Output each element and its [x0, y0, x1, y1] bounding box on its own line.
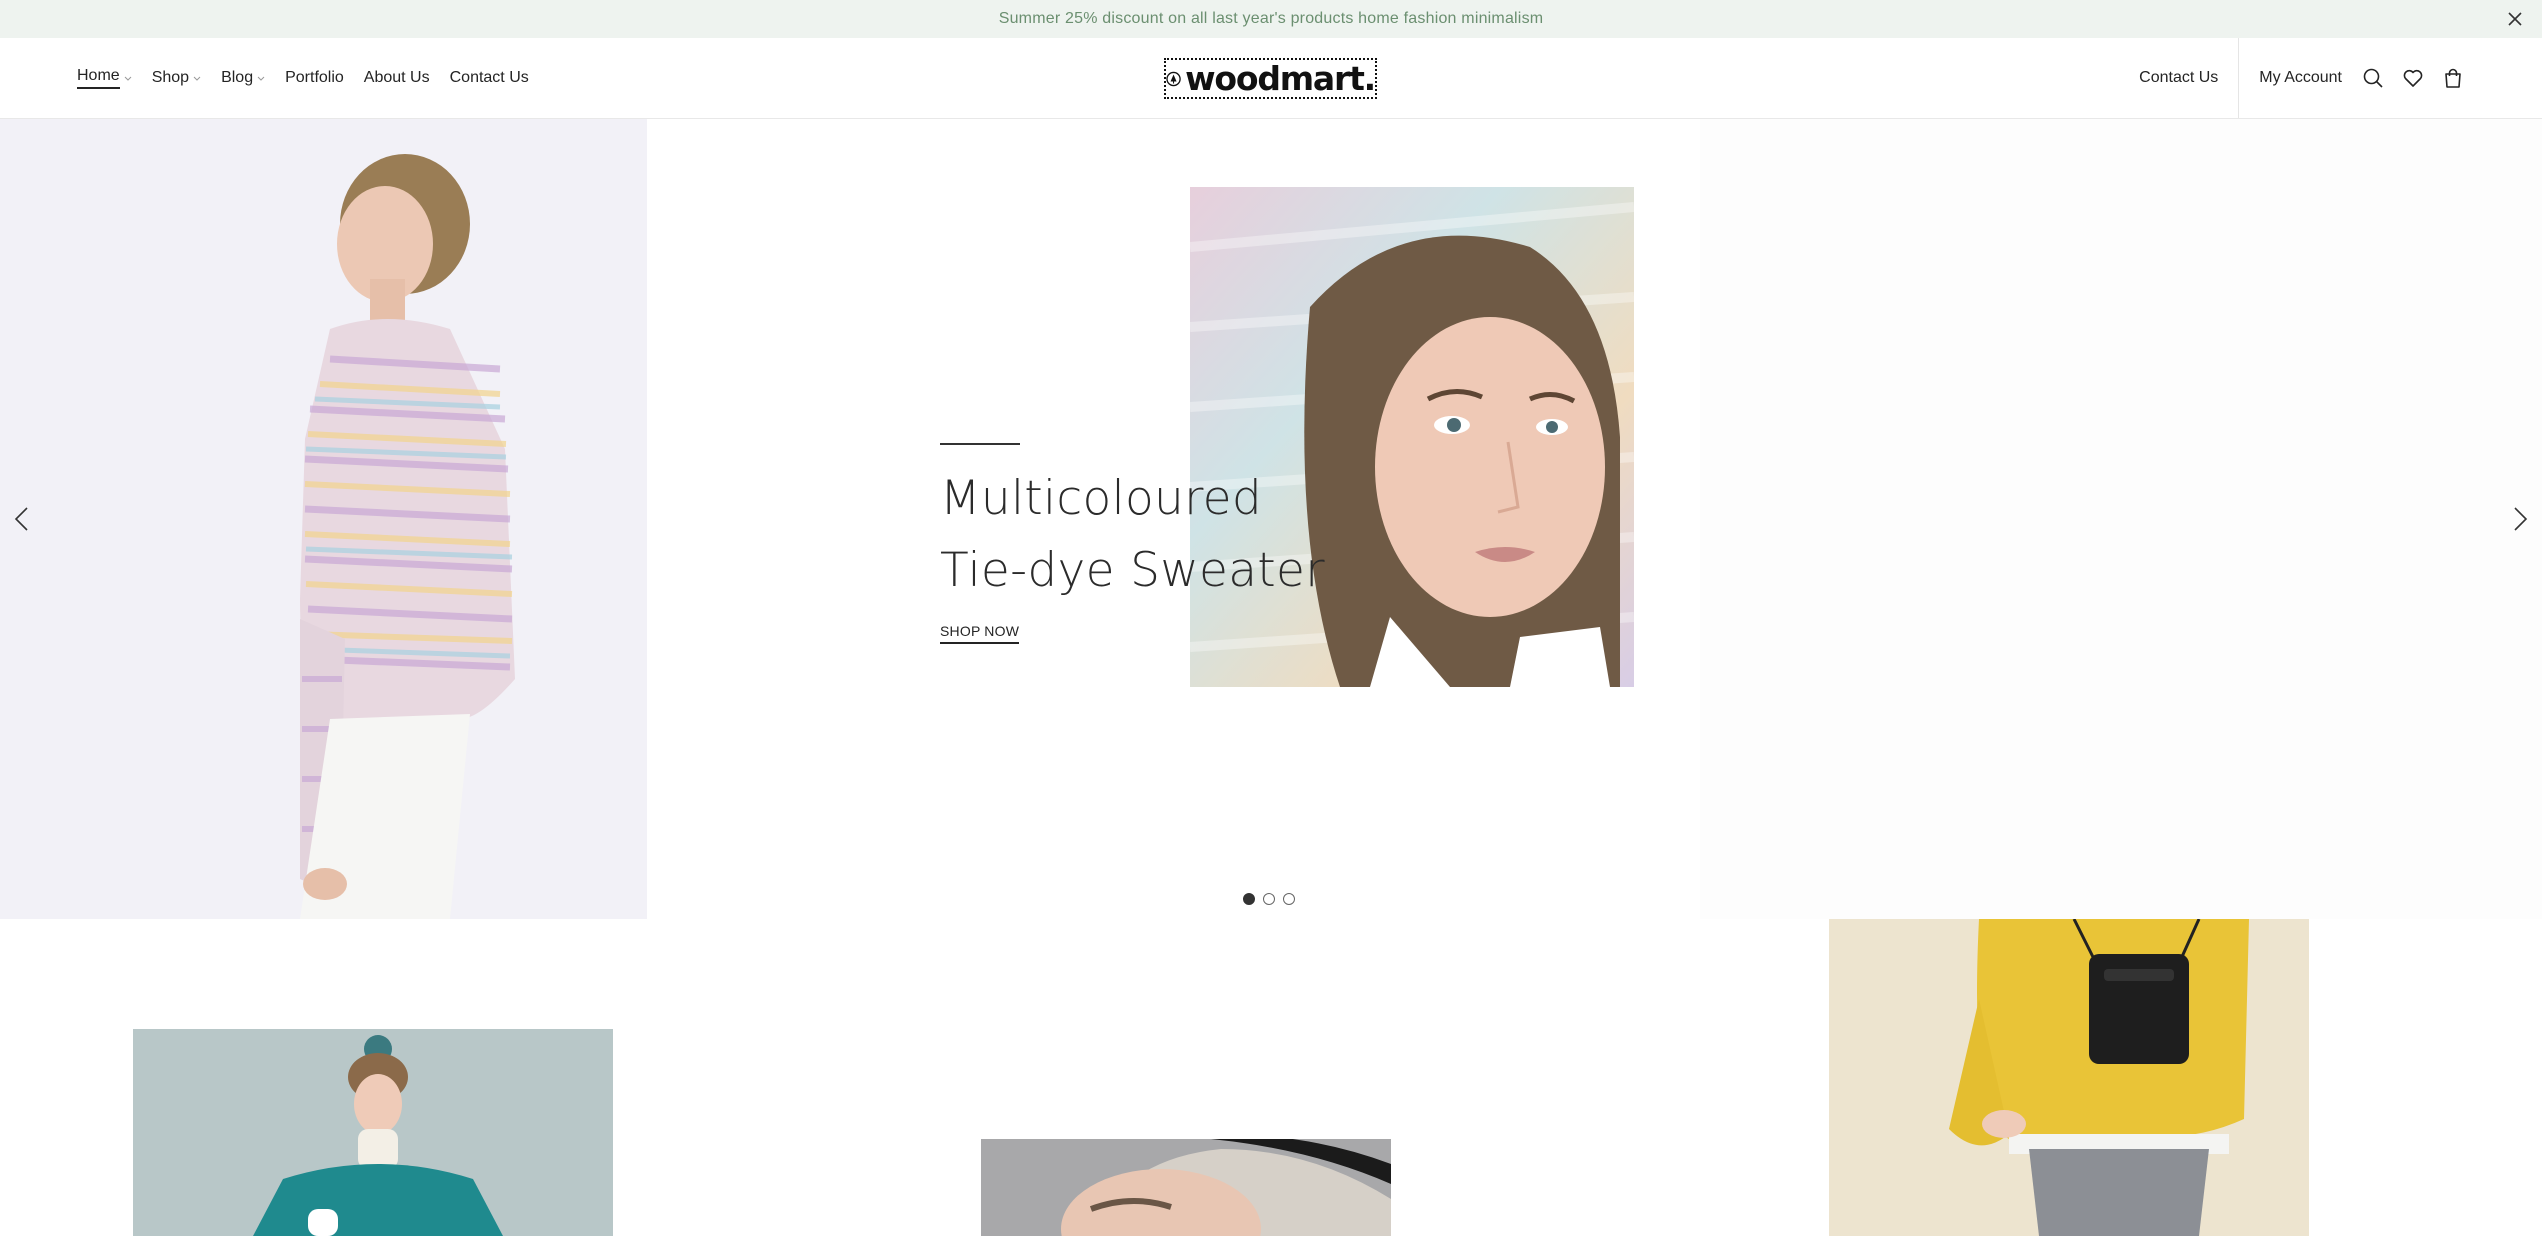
- header-contact-link[interactable]: Contact Us: [2139, 69, 2218, 87]
- model-in-sweater-illustration: [300, 154, 515, 919]
- chevron-down-icon: [257, 76, 265, 81]
- hero-accent-line: [940, 443, 1020, 445]
- teal-sweatshirt-illustration: [133, 1029, 613, 1236]
- nav-item-label: About Us: [363, 69, 430, 86]
- nav-item-label: Home: [77, 67, 120, 89]
- chevron-left-icon[interactable]: [8, 504, 38, 534]
- search-icon[interactable]: [2362, 67, 2384, 89]
- nav-item-portfolio[interactable]: Portfolio: [285, 69, 344, 87]
- slider-dot-1[interactable]: [1243, 893, 1255, 905]
- nav-item-shop[interactable]: Shop: [152, 69, 201, 87]
- logo-mark-icon: [1166, 71, 1181, 86]
- slider-dots: [1243, 893, 1295, 905]
- hero-side-image: [0, 119, 647, 919]
- close-icon[interactable]: [2504, 8, 2526, 30]
- category-card-2[interactable]: [981, 1139, 1391, 1236]
- hero-right-panel: [1700, 119, 2542, 919]
- hero-title-line-2: Tie-dye Sweater: [940, 543, 1325, 598]
- nav-item-blog[interactable]: Blog: [221, 69, 265, 87]
- nav-item-label: Contact Us: [449, 69, 529, 86]
- site-logo[interactable]: woodmart.: [1164, 58, 1377, 99]
- nav-item-home[interactable]: Home: [77, 67, 132, 89]
- hero-copy: Multicoloured Tie-dye Sweater SHOP NOW: [940, 443, 1325, 644]
- category-card-3[interactable]: [1829, 919, 2309, 1236]
- nav-item-label: Blog: [221, 69, 254, 86]
- heart-icon[interactable]: [2402, 67, 2424, 89]
- header-actions: Contact Us My Account: [2139, 38, 2542, 118]
- site-header: Home Shop Blog Portfolio About Us Contac…: [0, 38, 2542, 119]
- chevron-right-icon[interactable]: [2504, 504, 2534, 534]
- hero-slider: Multicoloured Tie-dye Sweater SHOP NOW: [0, 119, 2542, 919]
- chevron-down-icon: [193, 76, 201, 81]
- main-nav: Home Shop Blog Portfolio About Us Contac…: [77, 38, 529, 118]
- category-card-1[interactable]: [133, 1029, 613, 1236]
- header-divider: [2238, 38, 2240, 118]
- nav-item-about-us[interactable]: About Us: [364, 69, 430, 87]
- headband-portrait-illustration: [981, 1139, 1391, 1236]
- nav-item-contact-us[interactable]: Contact Us: [450, 69, 529, 87]
- nav-item-label: Shop: [151, 69, 190, 86]
- slider-dot-2[interactable]: [1263, 893, 1275, 905]
- promo-text: Summer 25% discount on all last year's p…: [998, 10, 1544, 27]
- my-account-link[interactable]: My Account: [2259, 69, 2342, 87]
- promo-bar: Summer 25% discount on all last year's p…: [0, 0, 2542, 38]
- cart-icon[interactable]: [2442, 67, 2464, 89]
- shop-now-button[interactable]: SHOP NOW: [940, 623, 1020, 644]
- logo-text: woodmart.: [1185, 59, 1376, 98]
- yellow-hoodie-bag-illustration: [1829, 919, 2309, 1236]
- hero-title-line-1: Multicoloured: [940, 471, 1263, 526]
- chevron-down-icon: [124, 76, 132, 81]
- slider-dot-3[interactable]: [1283, 893, 1295, 905]
- nav-item-label: Portfolio: [285, 69, 344, 86]
